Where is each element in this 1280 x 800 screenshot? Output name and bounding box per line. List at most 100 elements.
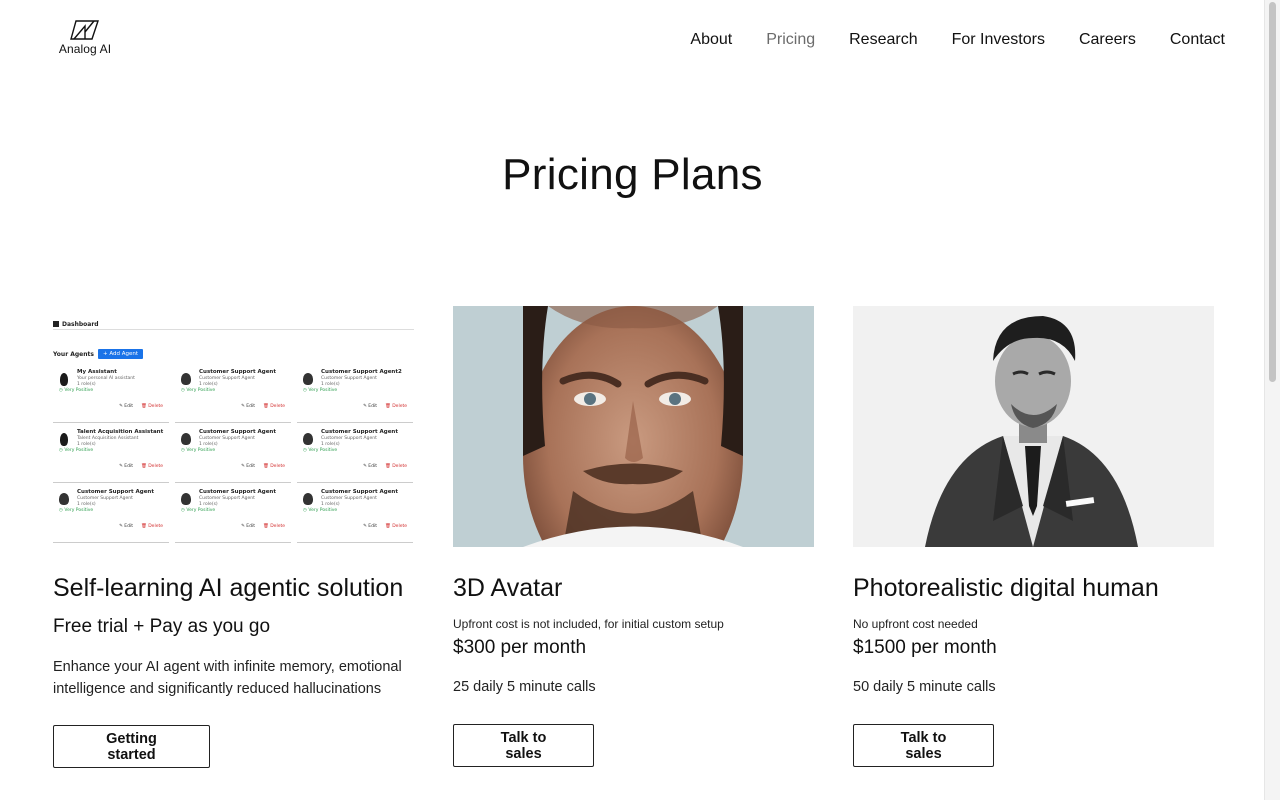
agent-role-count: 1 role(s) <box>199 502 218 507</box>
agent-tile: Customer Support Agent2 Customer Support… <box>297 366 413 423</box>
agent-delete: 🗑 Delete <box>263 404 285 409</box>
agent-role-count: 1 role(s) <box>321 442 340 447</box>
3d-avatar-image <box>453 306 814 547</box>
agent-avatar <box>59 493 69 505</box>
agent-role: Customer Support Agent <box>321 496 377 501</box>
agent-edit: ✎ Edit <box>241 524 255 529</box>
agent-delete: 🗑 Delete <box>263 524 285 529</box>
agent-delete: 🗑 Delete <box>263 464 285 469</box>
agent-tile: Customer Support Agent Customer Support … <box>175 366 291 423</box>
agent-role: Your personal AI assistant <box>77 376 135 381</box>
avatar-face-illustration <box>453 306 814 547</box>
agent-tile: Customer Support Agent Customer Support … <box>175 426 291 483</box>
talk-to-sales-button[interactable]: Talk to sales <box>853 724 994 767</box>
agent-avatar <box>181 493 191 505</box>
grid-icon <box>53 321 59 327</box>
agent-name: Customer Support Agent <box>321 429 398 435</box>
agent-tile: My Assistant Your personal AI assistant … <box>53 366 169 423</box>
agent-avatar <box>303 433 313 445</box>
nav-about[interactable]: About <box>690 30 732 50</box>
analog-ai-logo-icon <box>70 20 99 40</box>
nav-pricing[interactable]: Pricing <box>766 30 815 50</box>
dashboard-header: Dashboard <box>53 319 414 330</box>
agent-name: Customer Support Agent2 <box>321 369 402 375</box>
plan-title: Self-learning AI agentic solution <box>53 574 404 602</box>
main-nav: About Pricing Research For Investors Car… <box>690 30 1225 50</box>
agent-rating: ◷ Very Positive <box>181 388 216 393</box>
agent-role-count: 1 role(s) <box>77 442 96 447</box>
agent-edit: ✎ Edit <box>241 404 255 409</box>
agent-role-count: 1 role(s) <box>321 382 340 387</box>
agent-name: Talent Acquisition Assistant <box>77 429 164 435</box>
nav-research[interactable]: Research <box>849 30 917 50</box>
agent-delete: 🗑 Delete <box>141 464 163 469</box>
agent-edit: ✎ Edit <box>363 524 377 529</box>
agent-rating: ◷ Very Positive <box>181 508 216 513</box>
agent-role: Customer Support Agent <box>199 376 255 381</box>
agent-tile: Customer Support Agent Customer Support … <box>297 426 413 483</box>
your-agents-label: Your Agents <box>53 350 94 358</box>
agent-avatar <box>303 493 313 505</box>
agent-role-count: 1 role(s) <box>199 382 218 387</box>
agent-role: Customer Support Agent <box>321 436 377 441</box>
getting-started-button[interactable]: Getting started <box>53 725 210 768</box>
agent-rating: ◷ Very Positive <box>303 388 338 393</box>
agent-name: Customer Support Agent <box>199 369 276 375</box>
plan-price: $300 per month <box>453 637 587 658</box>
agent-edit: ✎ Edit <box>119 524 133 529</box>
plan-calls: 25 daily 5 minute calls <box>453 679 596 695</box>
agent-delete: 🗑 Delete <box>385 524 407 529</box>
agent-rating: ◷ Very Positive <box>303 448 338 453</box>
agent-tile: Customer Support Agent Customer Support … <box>297 486 413 543</box>
talk-to-sales-button[interactable]: Talk to sales <box>453 724 594 767</box>
agent-role-count: 1 role(s) <box>77 502 96 507</box>
plan-card-digital-human: Photorealistic digital human No upfront … <box>853 306 1214 767</box>
plan-card-3d-avatar: 3D Avatar Upfront cost is not included, … <box>453 306 814 767</box>
agent-avatar <box>181 373 191 385</box>
agent-rating: ◷ Very Positive <box>59 388 94 393</box>
logo-text: Analog AI <box>58 42 112 56</box>
add-agent-button: + Add Agent <box>97 349 144 359</box>
digital-human-image <box>853 306 1214 547</box>
logo[interactable]: Analog AI <box>55 20 115 62</box>
agent-role-count: 1 role(s) <box>321 502 340 507</box>
agent-tile: Talent Acquisition Assistant Talent Acqu… <box>53 426 169 483</box>
agent-rating: ◷ Very Positive <box>59 508 94 513</box>
your-agents-row: Your Agents + Add Agent <box>53 349 144 359</box>
dashboard-screenshot: Dashboard Your Agents + Add Agent My Ass… <box>53 306 414 547</box>
plan-calls: 50 daily 5 minute calls <box>853 679 996 695</box>
agent-role: Customer Support Agent <box>77 496 133 501</box>
agent-name: Customer Support Agent <box>77 489 154 495</box>
plan-title: 3D Avatar <box>453 574 563 602</box>
agent-edit: ✎ Edit <box>119 404 133 409</box>
plan-subtitle: Free trial + Pay as you go <box>53 616 271 637</box>
agent-rating: ◷ Very Positive <box>181 448 216 453</box>
agent-avatar <box>181 433 191 445</box>
agent-name: Customer Support Agent <box>199 429 276 435</box>
scrollbar[interactable] <box>1264 0 1280 800</box>
plan-card-ai-agentic: Dashboard Your Agents + Add Agent My Ass… <box>53 306 414 768</box>
agent-delete: 🗑 Delete <box>141 524 163 529</box>
agent-delete: 🗑 Delete <box>385 404 407 409</box>
scrollbar-thumb[interactable] <box>1269 2 1276 382</box>
agent-role: Talent Acquisition Assistant <box>77 436 139 441</box>
dashboard-title: Dashboard <box>62 320 99 328</box>
plan-note: No upfront cost needed <box>853 617 978 631</box>
plan-note: Upfront cost is not included, for initia… <box>453 617 724 631</box>
agent-name: My Assistant <box>77 369 117 375</box>
agent-role: Customer Support Agent <box>199 496 255 501</box>
agent-edit: ✎ Edit <box>119 464 133 469</box>
nav-contact[interactable]: Contact <box>1170 30 1225 50</box>
agent-delete: 🗑 Delete <box>141 404 163 409</box>
dashboard-mock: Dashboard Your Agents + Add Agent My Ass… <box>53 306 414 547</box>
agent-role-count: 1 role(s) <box>199 442 218 447</box>
nav-careers[interactable]: Careers <box>1079 30 1136 50</box>
agent-role: Customer Support Agent <box>321 376 377 381</box>
agent-tile: Customer Support Agent Customer Support … <box>53 486 169 543</box>
agent-delete: 🗑 Delete <box>385 464 407 469</box>
plan-title: Photorealistic digital human <box>853 574 1159 602</box>
nav-for-investors[interactable]: For Investors <box>952 30 1045 50</box>
page-title: Pricing Plans <box>502 150 763 199</box>
agent-role-count: 1 role(s) <box>77 382 96 387</box>
agent-rating: ◷ Very Positive <box>59 448 94 453</box>
